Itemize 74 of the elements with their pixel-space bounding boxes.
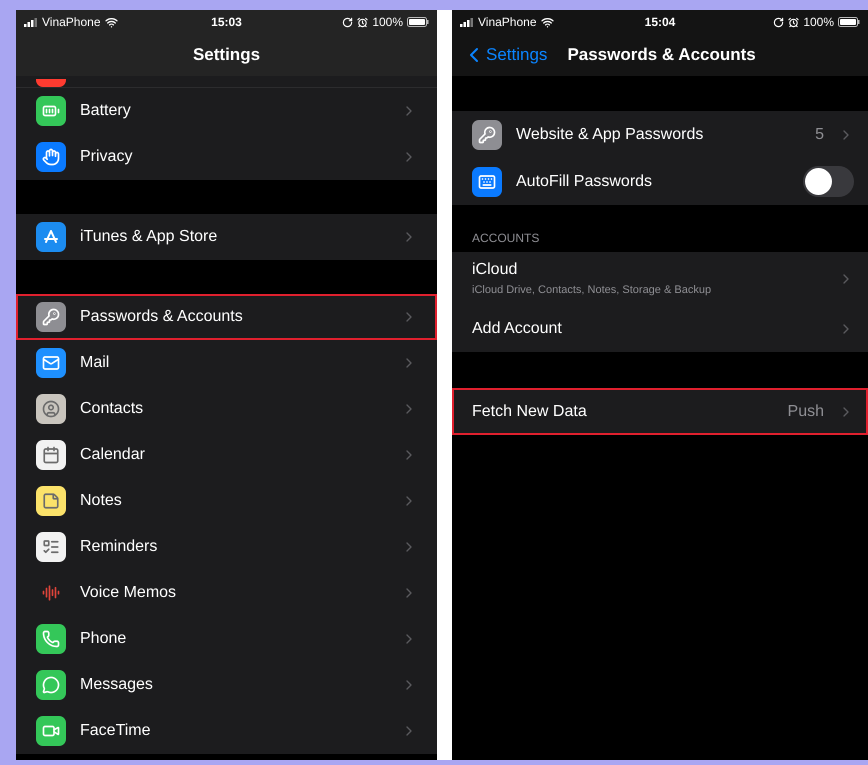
settings-row[interactable]: FaceTime [16, 708, 437, 754]
settings-row[interactable]: Phone [16, 616, 437, 662]
row-label: iTunes & App Store [80, 227, 218, 247]
row-label: FaceTime [80, 721, 152, 741]
alarm-icon [788, 16, 800, 28]
row-label: Website & App Passwords [516, 124, 704, 144]
row-label: AutoFill Passwords [516, 172, 654, 192]
back-button[interactable]: Settings [462, 42, 548, 68]
battery-icon [838, 17, 860, 27]
app-store-icon [36, 222, 66, 252]
nav-title: Passwords & Accounts [567, 44, 756, 66]
row-label: Reminders [80, 537, 158, 557]
calendar-icon [36, 440, 66, 470]
alarm-icon [357, 16, 368, 28]
carrier-name: VinaPhone [478, 14, 536, 31]
key-icon [36, 302, 66, 332]
row-label: Battery [80, 101, 132, 121]
battery-percent: 100% [372, 14, 404, 31]
battery-icon [36, 96, 66, 126]
settings-row[interactable]: iCloud iCloud Drive, Contacts, Notes, Storage & Backup [452, 252, 868, 305]
settings-row[interactable]: AutoFill Passwords [452, 158, 868, 205]
signal-icon [460, 18, 474, 26]
row-value: Push [788, 402, 824, 422]
reminders-icon [36, 532, 66, 562]
row-subtitle: iCloud Drive, Contacts, Notes, Storage & Backup [472, 283, 712, 298]
settings-row[interactable]: Privacy [16, 134, 437, 180]
settings-row[interactable]: Fetch New Data Push [452, 388, 868, 435]
row-label: Notes [80, 491, 123, 511]
nav-title: Settings [192, 44, 260, 66]
settings-row[interactable]: Mail [16, 340, 437, 386]
key-icon [472, 120, 502, 150]
battery-percent: 100% [803, 14, 834, 31]
toggle-switch[interactable] [803, 166, 854, 197]
battery-icon [407, 17, 430, 27]
row-label: iCloud [472, 260, 518, 280]
settings-row[interactable]: Contacts [16, 386, 437, 432]
row-label: Voice Memos [80, 583, 178, 603]
settings-row[interactable]: Add Account [452, 305, 868, 352]
settings-row[interactable]: iTunes & App Store [16, 214, 437, 260]
row-label: Messages [80, 675, 154, 695]
speech-bubble-icon [36, 670, 66, 700]
signal-icon [24, 18, 38, 26]
row-label: Phone [80, 629, 128, 649]
settings-row[interactable]: Notes [16, 478, 437, 524]
row-label: Calendar [80, 445, 146, 465]
notes-icon [36, 486, 66, 516]
app-icon [36, 79, 66, 87]
settings-row[interactable]: Voice Memos [16, 570, 437, 616]
row-label: Passwords & Accounts [80, 307, 244, 327]
mail-icon [36, 348, 66, 378]
row-label: Add Account [472, 318, 563, 338]
row-label: Mail [80, 353, 110, 373]
row-label: Contacts [80, 399, 144, 419]
settings-row[interactable]: Messages [16, 662, 437, 708]
phone-icon [36, 624, 66, 654]
row-label: Privacy [80, 147, 134, 167]
settings-row[interactable]: Calendar [16, 432, 437, 478]
keyboard-icon [472, 166, 502, 196]
row-label: Fetch New Data [472, 402, 588, 422]
hand-icon [36, 142, 66, 172]
wifi-icon [540, 16, 554, 28]
wifi-icon [104, 16, 118, 28]
settings-row[interactable]: Website & App Passwords 5 [452, 111, 868, 158]
settings-row[interactable]: Battery [16, 88, 437, 134]
status-time: 15:04 [644, 14, 676, 31]
carrier-name: VinaPhone [42, 14, 100, 31]
section-header: ACCOUNTS [471, 230, 540, 247]
settings-row[interactable]: Passwords & Accounts [16, 294, 437, 340]
list-row[interactable] [16, 76, 437, 88]
contact-icon [36, 394, 66, 424]
row-value: 5 [815, 124, 824, 144]
settings-row[interactable]: Reminders [16, 524, 437, 570]
status-time: 15:03 [211, 14, 242, 31]
video-camera-icon [36, 716, 66, 746]
